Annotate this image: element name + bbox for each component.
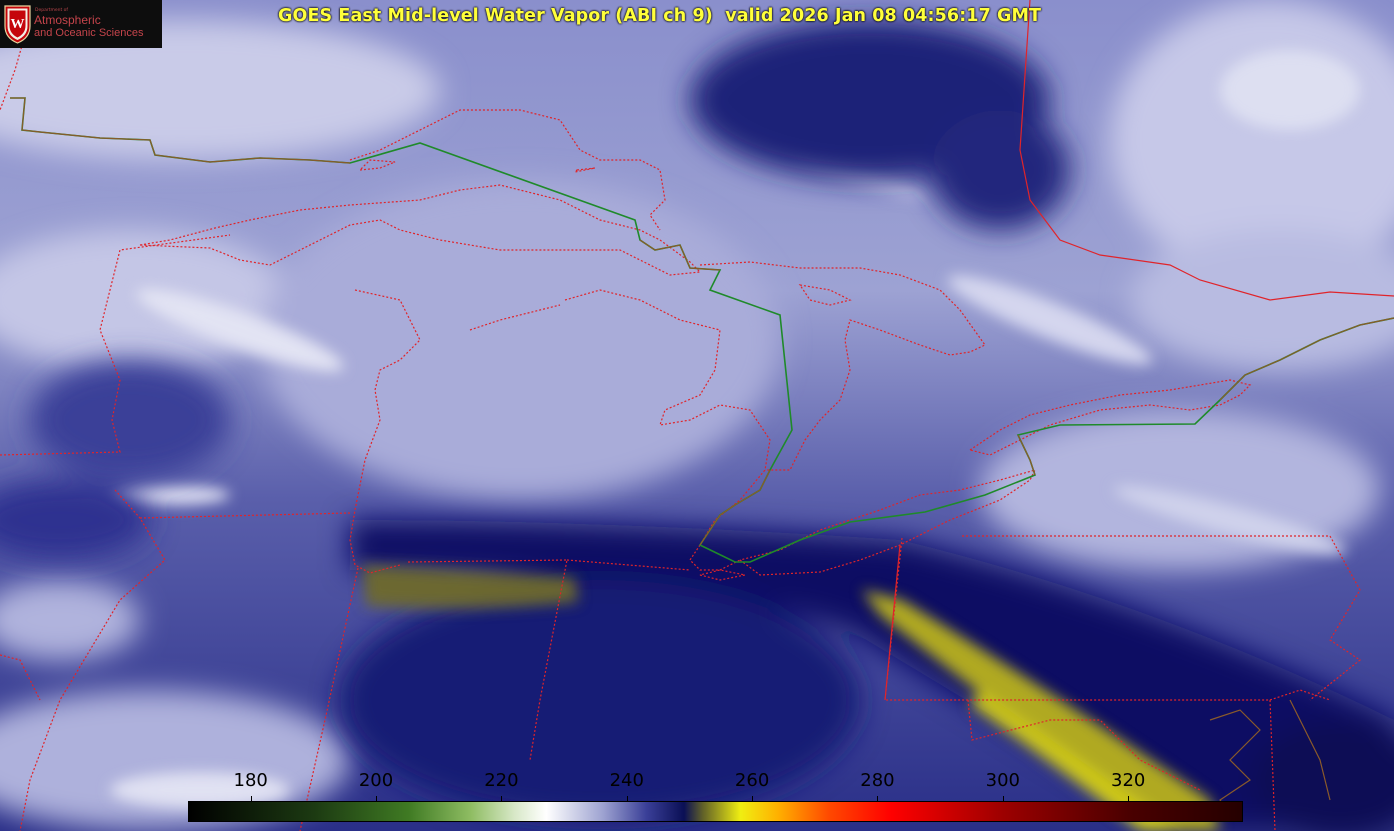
svg-text:W: W (11, 17, 25, 32)
water-vapor-image: W Department of Atmospheric and Oceanic … (0, 0, 1394, 831)
logo-name-line2: and Oceanic Sciences (34, 27, 144, 39)
colorbar-tick-mark (1003, 796, 1004, 802)
colorbar-tick-label: 280 (860, 770, 895, 791)
colorbar-tick-mark (1128, 796, 1129, 802)
colorbar-tick-mark (752, 796, 753, 802)
satellite-map (0, 0, 1394, 831)
colorbar-tick-mark (627, 796, 628, 802)
colorbar-tick-mark (501, 796, 502, 802)
colorbar-tick-mark (251, 796, 252, 802)
colorbar-tick-label: 180 (233, 770, 268, 791)
image-title: GOES East Mid-level Water Vapor (ABI ch … (278, 6, 1042, 26)
colorbar-tick-label: 240 (609, 770, 644, 791)
colorbar-tick-label: 200 (358, 770, 394, 791)
logo-name-line1: Atmospheric (34, 13, 101, 27)
uw-crest-icon: W (4, 5, 31, 44)
temperature-colorbar (188, 801, 1243, 822)
colorbar-tick-label: 300 (985, 770, 1020, 791)
colorbar-tick-mark (877, 796, 878, 802)
colorbar-tick-label: 220 (484, 770, 519, 791)
aos-logo: W Department of Atmospheric and Oceanic … (0, 0, 162, 48)
colorbar-tick-mark (376, 796, 377, 802)
colorbar-tick-label: 320 (1110, 770, 1146, 791)
colorbar-tick-label: 260 (734, 770, 770, 791)
